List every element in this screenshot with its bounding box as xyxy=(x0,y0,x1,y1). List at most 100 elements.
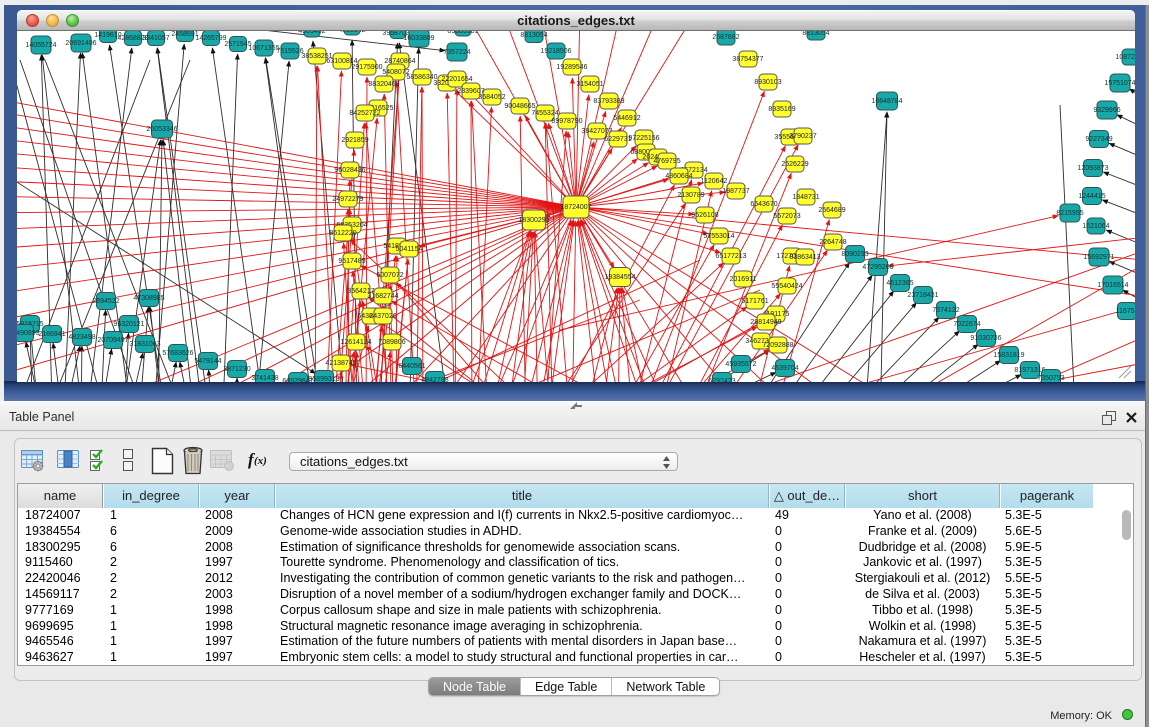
svg-text:2016911: 2016911 xyxy=(730,276,757,283)
svg-text:95899313: 95899313 xyxy=(308,376,339,382)
svg-text:95320121: 95320121 xyxy=(113,321,144,328)
svg-text:1621064: 1621064 xyxy=(1082,223,1109,230)
svg-text:18724007: 18724007 xyxy=(560,204,591,211)
svg-text:4335942: 4335942 xyxy=(338,31,365,34)
svg-text:20053346: 20053346 xyxy=(146,126,177,133)
svg-text:8090293: 8090293 xyxy=(841,251,868,258)
svg-text:57683626: 57683626 xyxy=(162,350,193,357)
svg-text:19289546: 19289546 xyxy=(556,64,587,71)
svg-text:28814949: 28814949 xyxy=(750,319,781,326)
svg-text:2687682: 2687682 xyxy=(712,34,739,41)
svg-text:83793389: 83793389 xyxy=(593,98,624,105)
svg-text:47295260: 47295260 xyxy=(862,264,893,271)
svg-text:6292423: 6292423 xyxy=(708,378,735,382)
svg-text:8813054: 8813054 xyxy=(520,32,547,39)
svg-text:1244415: 1244415 xyxy=(1078,193,1105,200)
svg-text:2564689: 2564689 xyxy=(818,207,845,214)
svg-text:5479144: 5479144 xyxy=(194,358,221,365)
svg-text:88320463: 88320463 xyxy=(368,81,399,88)
svg-text:65177213: 65177213 xyxy=(715,253,746,260)
svg-text:9517485: 9517485 xyxy=(338,258,365,265)
svg-text:38754377: 38754377 xyxy=(732,56,763,63)
svg-text:2130789: 2130789 xyxy=(677,192,704,199)
svg-text:4860684: 4860684 xyxy=(665,173,692,180)
svg-text:7515526: 7515526 xyxy=(276,48,303,55)
svg-text:3871230: 3871230 xyxy=(223,366,250,373)
svg-text:1848731: 1848731 xyxy=(792,194,819,201)
svg-text:15751074: 15751074 xyxy=(1104,80,1135,87)
svg-text:6007072: 6007072 xyxy=(376,272,403,279)
svg-text:1987737: 1987737 xyxy=(722,188,749,195)
svg-text:8612220: 8612220 xyxy=(329,230,356,237)
svg-text:8930103: 8930103 xyxy=(754,79,781,86)
svg-text:57553014: 57553014 xyxy=(703,233,734,240)
svg-text:5672073: 5672073 xyxy=(773,213,800,220)
svg-text:7022674: 7022674 xyxy=(953,321,980,328)
svg-text:45935572: 45935572 xyxy=(725,361,756,368)
svg-text:18300295: 18300295 xyxy=(518,217,549,224)
svg-text:2264748: 2264748 xyxy=(819,239,846,246)
svg-text:8813054: 8813054 xyxy=(802,31,829,37)
svg-text:7357224: 7357224 xyxy=(443,49,470,56)
svg-text:42138745: 42138745 xyxy=(325,360,356,367)
svg-text:3684052: 3684052 xyxy=(478,94,505,101)
svg-text:7089806: 7089806 xyxy=(378,339,405,346)
svg-text:6543670: 6543670 xyxy=(750,201,777,208)
svg-text:38427073: 38427073 xyxy=(581,128,612,135)
svg-text:4539704: 4539704 xyxy=(771,365,798,372)
svg-text:9329966: 9329966 xyxy=(1093,107,1120,114)
svg-text:1120642: 1120642 xyxy=(701,178,728,185)
svg-text:15692971: 15692971 xyxy=(1083,254,1114,261)
svg-text:9626108: 9626108 xyxy=(691,212,718,219)
svg-text:4823498: 4823498 xyxy=(68,334,95,341)
svg-text:55540424: 55540424 xyxy=(771,283,802,290)
svg-text:2626229: 2626229 xyxy=(781,161,808,168)
svg-text:89089901: 89089901 xyxy=(447,31,478,35)
svg-text:3154051: 3154051 xyxy=(576,81,603,88)
svg-text:3790237: 3790237 xyxy=(789,133,816,140)
svg-text:81971316: 81971316 xyxy=(1014,367,1045,374)
svg-text:2921859: 2921859 xyxy=(341,137,368,144)
svg-text:29175900: 29175900 xyxy=(351,64,382,71)
svg-text:96028436: 96028436 xyxy=(334,167,365,174)
svg-text:3741438: 3741438 xyxy=(251,375,278,382)
svg-text:6440561: 6440561 xyxy=(398,363,425,370)
svg-text:14265799: 14265799 xyxy=(195,35,226,42)
svg-text:4612365: 4612365 xyxy=(886,280,913,287)
svg-text:19218506: 19218506 xyxy=(540,48,571,55)
svg-text:4769795: 4769795 xyxy=(653,158,680,165)
svg-text:3341057: 3341057 xyxy=(142,35,169,42)
svg-text:19384554: 19384554 xyxy=(604,274,635,281)
svg-text:22201654: 22201654 xyxy=(441,76,472,83)
svg-text:4903402: 4903402 xyxy=(298,31,325,35)
svg-text:9227349: 9227349 xyxy=(1085,136,1112,143)
svg-text:83863413: 83863413 xyxy=(789,254,820,261)
svg-text:8935169: 8935169 xyxy=(768,106,795,113)
svg-text:15831819: 15831819 xyxy=(993,352,1024,359)
svg-text:23718431: 23718431 xyxy=(907,292,938,299)
svg-text:5171761: 5171761 xyxy=(741,298,768,305)
svg-text:89978790: 89978790 xyxy=(551,118,582,125)
svg-text:8215955: 8215955 xyxy=(1056,210,1083,217)
svg-text:14055724: 14055724 xyxy=(25,42,56,49)
svg-text:24972279: 24972279 xyxy=(332,196,363,203)
svg-text:47308985: 47308985 xyxy=(133,295,164,302)
svg-text:16648784: 16648784 xyxy=(871,98,902,105)
svg-text:84252722: 84252722 xyxy=(349,110,380,117)
svg-text:31831063: 31831063 xyxy=(129,341,160,348)
svg-text:2166941: 2166941 xyxy=(38,331,65,338)
svg-text:12614124: 12614124 xyxy=(340,339,371,346)
svg-text:97225156: 97225156 xyxy=(628,135,659,142)
svg-text:87490893: 87490893 xyxy=(17,330,40,337)
svg-text:12093873: 12093873 xyxy=(1077,165,1108,172)
svg-text:5041154: 5041154 xyxy=(396,246,423,253)
svg-text:31682744: 31682744 xyxy=(367,293,398,300)
svg-text:4842788: 4842788 xyxy=(421,377,448,382)
svg-text:2437026: 2437026 xyxy=(369,313,396,320)
svg-text:16033809: 16033809 xyxy=(403,35,434,42)
svg-text:7350753: 7350753 xyxy=(1037,375,1064,382)
svg-text:10671355: 10671355 xyxy=(248,45,279,52)
svg-text:20691406: 20691406 xyxy=(65,40,96,47)
svg-text:(x): (x) xyxy=(254,455,267,467)
svg-text:7455324: 7455324 xyxy=(531,110,558,117)
